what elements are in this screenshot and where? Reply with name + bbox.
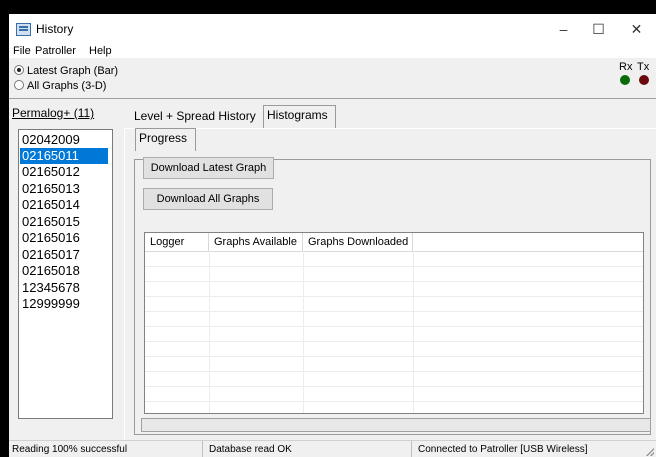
table-row [145, 251, 643, 267]
title-bar: History – ☐ ✕ [9, 14, 656, 44]
menu-file[interactable]: File [13, 44, 31, 58]
logger-item[interactable]: 12999999 [22, 296, 80, 312]
radio-latest-graph[interactable]: Latest Graph (Bar) [14, 65, 118, 77]
app-icon [16, 23, 31, 36]
tx-led-icon [639, 75, 649, 85]
column-graphs-available[interactable]: Graphs Available [209, 233, 303, 251]
logger-list-header[interactable]: Permalog+ (11) [12, 106, 94, 120]
menu-help[interactable]: Help [89, 44, 112, 58]
close-button[interactable]: ✕ [614, 14, 656, 44]
table-row [145, 341, 643, 357]
status-database: Database read OK [206, 441, 412, 457]
logger-item[interactable]: 02165016 [22, 230, 80, 246]
logger-item-selected[interactable]: 02165011 [20, 148, 108, 164]
radio-all-graphs[interactable]: All Graphs (3-D) [14, 80, 106, 92]
column-graphs-downloaded[interactable]: Graphs Downloaded [303, 233, 413, 251]
tab-progress[interactable]: Progress [139, 131, 187, 145]
logger-list[interactable]: 02042009 02165011 02165012 02165013 0216… [18, 129, 113, 419]
window-title: History [36, 22, 74, 36]
logger-item[interactable]: 02165017 [22, 247, 80, 263]
download-latest-graph-button[interactable]: Download Latest Graph [143, 157, 274, 179]
logger-item[interactable]: 02165012 [22, 164, 80, 180]
logger-item[interactable]: 02165013 [22, 181, 80, 197]
radio-unselected-icon [14, 80, 24, 90]
resize-grip-icon[interactable] [646, 448, 654, 456]
menu-bar: File Patroller Help [9, 44, 656, 58]
logger-item[interactable]: 02165015 [22, 214, 80, 230]
table-row [145, 371, 643, 387]
tx-label: Tx [637, 61, 650, 73]
grid-header: Logger Graphs Available Graphs Downloade… [145, 233, 643, 252]
radio-selected-icon [14, 65, 24, 75]
progress-bar [141, 418, 651, 432]
radio-all-graphs-label: All Graphs (3-D) [27, 80, 107, 92]
history-window: History – ☐ ✕ File Patroller Help Latest… [9, 14, 656, 457]
status-bar: Reading 100% successful Database read OK… [9, 440, 656, 457]
radio-latest-graph-label: Latest Graph (Bar) [27, 65, 119, 77]
divider [9, 98, 656, 99]
tab-level-spread-history[interactable]: Level + Spread History [134, 109, 256, 123]
table-row [145, 386, 643, 402]
rx-label: Rx [619, 61, 633, 73]
status-reading: Reading 100% successful [9, 441, 203, 457]
status-connection: Connected to Patroller [USB Wireless] [418, 444, 588, 455]
tab-histograms[interactable]: Histograms [267, 108, 328, 122]
logger-item[interactable]: 02165018 [22, 263, 80, 279]
table-row [145, 311, 643, 327]
logger-item[interactable]: 02165014 [22, 197, 80, 213]
table-row [145, 281, 643, 297]
download-all-graphs-button[interactable]: Download All Graphs [143, 188, 273, 210]
table-row [145, 356, 643, 372]
logger-item[interactable]: 12345678 [22, 280, 80, 296]
column-logger[interactable]: Logger [145, 233, 209, 251]
logger-grid[interactable]: Logger Graphs Available Graphs Downloade… [144, 232, 644, 414]
table-row [145, 266, 643, 282]
menu-patroller[interactable]: Patroller [35, 44, 76, 58]
rx-led-icon [620, 75, 630, 85]
table-row [145, 296, 643, 312]
table-row [145, 326, 643, 342]
logger-item[interactable]: 02042009 [22, 132, 80, 148]
